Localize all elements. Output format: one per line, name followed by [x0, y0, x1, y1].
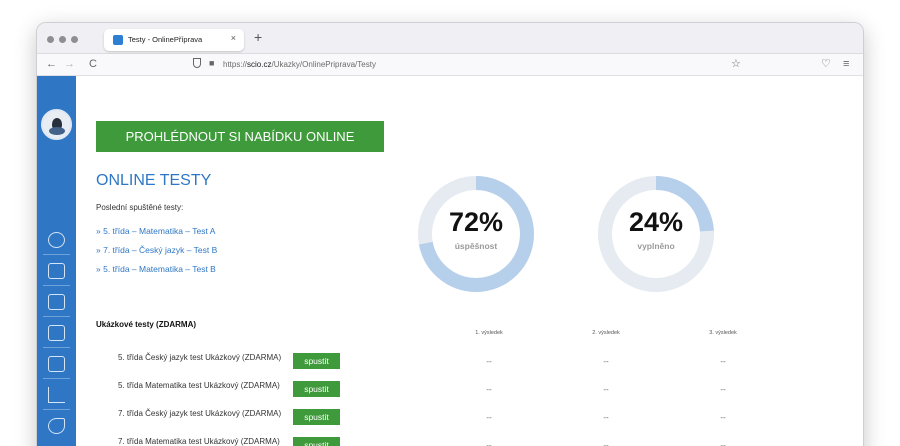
completion-donut: 24% vyplněno — [595, 173, 717, 295]
chart-icon[interactable] — [48, 387, 65, 403]
recent-tests-label: Poslední spuštěné testy: — [96, 203, 184, 212]
start-test-button[interactable]: spustit — [293, 381, 340, 397]
completion-value: 24% — [628, 207, 684, 237]
sidebar — [37, 76, 76, 446]
result-cell: -- — [603, 385, 609, 394]
offer-button[interactable]: PROHLÉDNOUT SI NABÍDKU ONLINE PŘÍPRAVY — [96, 121, 384, 175]
test-name: 7. třída Matematika test Ukázkový (ZDARM… — [118, 437, 280, 446]
completion-label: vyplněno — [637, 241, 675, 251]
calendar-icon[interactable] — [48, 325, 65, 341]
result-cell: -- — [486, 441, 492, 446]
navigation-bar: ← → C ■ https://scio.cz/Ukazky/OnlinePri… — [37, 54, 863, 76]
result-cell: -- — [486, 357, 492, 366]
start-test-button[interactable]: spustit — [293, 409, 340, 425]
clipboard-icon[interactable] — [48, 294, 65, 310]
sidebar-divider — [43, 316, 70, 317]
start-test-button[interactable]: spustit — [293, 437, 340, 446]
test-name: 7. třída Český jazyk test Ukázkový (ZDAR… — [118, 409, 282, 418]
success-rate-donut: 72% úspěšnost — [415, 173, 537, 295]
recent-test-link[interactable]: » 5. třída – Matematika – Test A — [96, 226, 215, 236]
success-rate-label: úspěšnost — [454, 241, 498, 251]
browser-window: Testy - OnlinePříprava × + ← → C ■ https… — [36, 22, 864, 446]
sidebar-divider — [43, 409, 70, 410]
phone-icon[interactable] — [48, 418, 65, 434]
reload-icon[interactable]: C — [89, 57, 97, 71]
back-icon[interactable]: ← — [46, 57, 57, 71]
sidebar-divider — [43, 347, 70, 348]
result-cell: -- — [720, 441, 726, 446]
window-minimize-dot[interactable] — [59, 36, 66, 43]
avatar-logo[interactable] — [41, 109, 72, 140]
recent-test-link[interactable]: » 5. třída – Matematika – Test B — [96, 264, 216, 274]
main-content: PROHLÉDNOUT SI NABÍDKU ONLINE PŘÍPRAVY O… — [76, 76, 863, 446]
column-header-result-3: 3. výsledek — [709, 330, 737, 336]
sidebar-divider — [43, 254, 70, 255]
page-title: ONLINE TESTY — [96, 172, 212, 189]
result-cell: -- — [720, 357, 726, 366]
window-close-dot[interactable] — [47, 36, 54, 43]
sidebar-divider — [43, 285, 70, 286]
sample-tests-title: Ukázkové testy (ZDARMA) — [96, 320, 197, 329]
forward-icon[interactable]: → — [64, 57, 75, 71]
sidebar-divider — [43, 378, 70, 379]
result-cell: -- — [486, 413, 492, 422]
tab-bar: Testy - OnlinePříprava × + — [37, 23, 863, 54]
test-name: 5. třída Matematika test Ukázkový (ZDARM… — [118, 381, 280, 390]
result-cell: -- — [603, 413, 609, 422]
tab-title: Testy - OnlinePříprava — [128, 35, 203, 44]
start-test-button[interactable]: spustit — [293, 353, 340, 369]
recent-test-link[interactable]: » 7. třída – Český jazyk – Test B — [96, 245, 217, 255]
menu-icon[interactable]: ≡ — [843, 57, 849, 71]
chat-icon[interactable] — [48, 232, 65, 248]
result-cell: -- — [720, 385, 726, 394]
result-cell: -- — [720, 413, 726, 422]
result-cell: -- — [603, 357, 609, 366]
result-cell: -- — [603, 441, 609, 446]
lock-icon[interactable]: ■ — [209, 58, 214, 68]
column-header-result-2: 2. výsledek — [592, 330, 620, 336]
video-icon[interactable] — [48, 263, 65, 279]
favicon-icon — [113, 35, 123, 45]
success-rate-value: 72% — [448, 207, 504, 237]
book-icon[interactable] — [48, 356, 65, 372]
pocket-icon[interactable]: ♡ — [821, 57, 831, 71]
tab-testy[interactable]: Testy - OnlinePříprava × — [104, 29, 244, 51]
new-tab-button[interactable]: + — [254, 28, 262, 46]
column-header-result-1: 1. výsledek — [475, 330, 503, 336]
bookmark-star-icon[interactable]: ☆ — [731, 57, 741, 71]
address-bar[interactable]: https://scio.cz/Ukazky/OnlinePriprava/Te… — [223, 60, 376, 69]
test-name: 5. třída Český jazyk test Ukázkový (ZDAR… — [118, 353, 282, 362]
tracking-shield-icon[interactable] — [193, 58, 201, 68]
close-tab-icon[interactable]: × — [231, 33, 236, 43]
result-cell: -- — [486, 385, 492, 394]
window-zoom-dot[interactable] — [71, 36, 78, 43]
